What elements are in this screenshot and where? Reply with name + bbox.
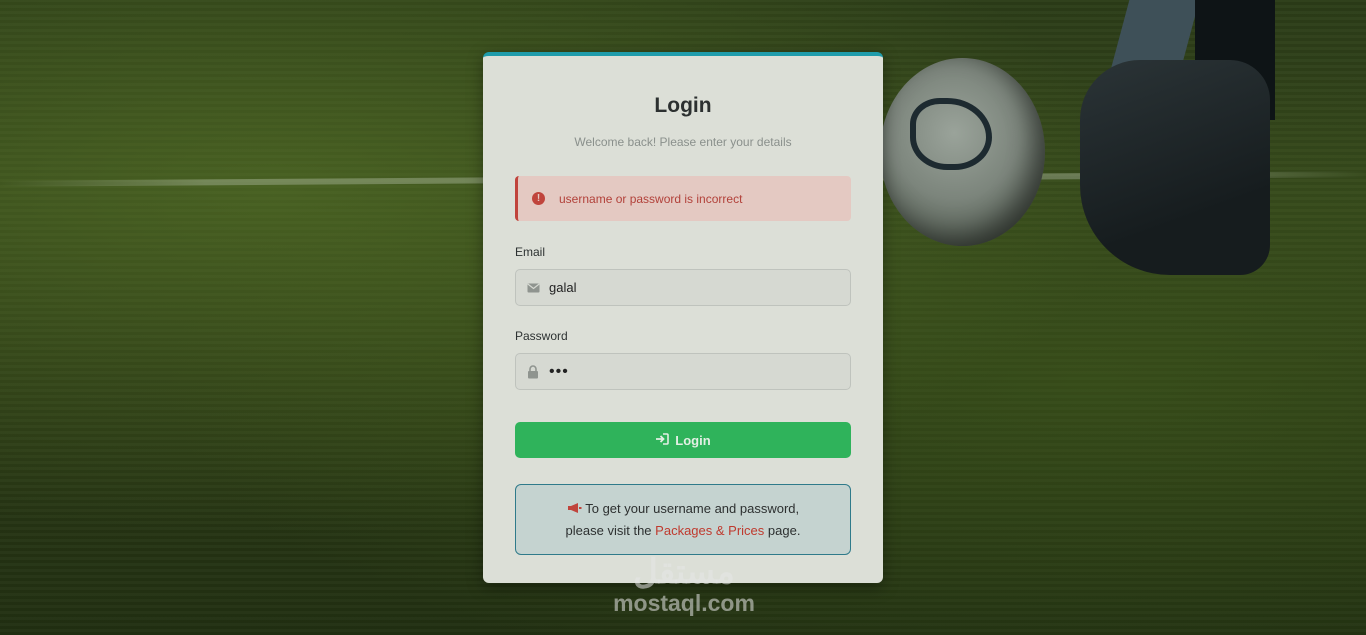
packages-prices-link[interactable]: Packages & Prices (655, 523, 764, 538)
error-alert: ! username or password is incorrect (515, 176, 851, 221)
email-label: Email (515, 245, 546, 259)
envelope-icon (526, 281, 540, 295)
password-label: Password (515, 329, 568, 343)
password-field[interactable]: ••• (515, 353, 851, 390)
page-title: Login (654, 94, 712, 117)
email-value: galal (549, 280, 577, 295)
sign-in-icon (655, 432, 670, 448)
info-line-1: To get your username and password, (585, 501, 800, 516)
info-line-2-prefix: please visit the (565, 523, 652, 538)
page-subtitle: Welcome back! Please enter your details (574, 135, 792, 149)
login-button[interactable]: Login (515, 422, 851, 458)
megaphone-icon (567, 501, 585, 516)
watermark-latin: mostaql.com (613, 590, 755, 616)
watermark-logo: مستقل mostaql.com (600, 555, 768, 617)
login-card: Login Welcome back! Please enter your de… (483, 52, 883, 583)
football-image (880, 58, 1045, 246)
lock-icon (526, 364, 540, 379)
info-line-2-suffix: page. (767, 523, 801, 538)
watermark-arabic: مستقل (633, 553, 735, 591)
alert-circle-icon: ! (532, 192, 545, 205)
info-box: To get your username and password, pleas… (515, 484, 851, 555)
email-field[interactable]: galal (515, 269, 851, 306)
password-value: ••• (549, 362, 569, 380)
error-message: username or password is incorrect (559, 191, 743, 206)
player-boot (1080, 60, 1270, 275)
login-button-label: Login (675, 432, 711, 448)
